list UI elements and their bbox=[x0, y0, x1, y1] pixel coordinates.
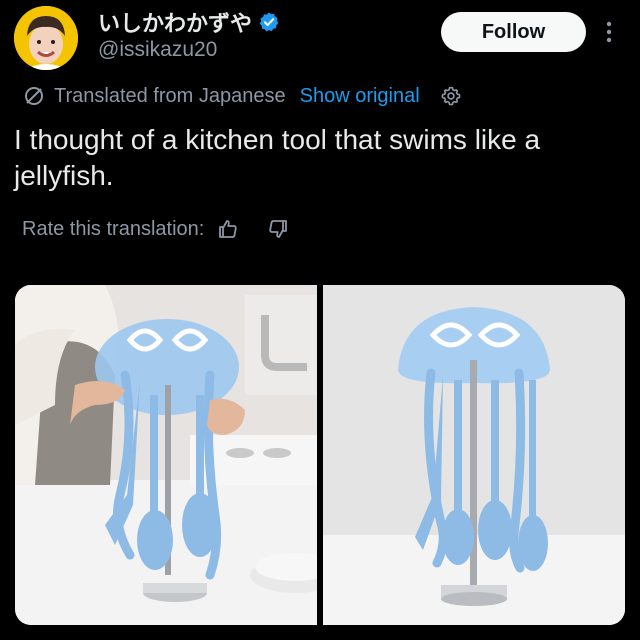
rate-translation-row: Rate this translation: bbox=[22, 214, 290, 244]
rate-translation-label: Rate this translation: bbox=[22, 217, 205, 240]
author-handle[interactable]: @issikazu20 bbox=[98, 38, 217, 62]
translated-from-label: Translated from Japanese bbox=[54, 84, 286, 107]
slash-circle-icon bbox=[25, 87, 43, 105]
follow-button[interactable]: Follow bbox=[441, 12, 586, 52]
author-name-row: いしかわかずや bbox=[98, 6, 280, 38]
avatar[interactable] bbox=[14, 6, 78, 70]
verified-badge-icon bbox=[259, 12, 279, 32]
tweet-media bbox=[15, 285, 625, 625]
tweet-text: I thought of a kitchen tool that swims l… bbox=[14, 124, 541, 191]
hand-holding-jellyfish-utensil-stand[interactable] bbox=[15, 285, 317, 625]
translation-bar: Translated from Japanese Show original bbox=[22, 82, 462, 110]
jellyfish-utensil-stand-product-shot[interactable] bbox=[323, 285, 625, 625]
tweet-header: いしかわかずや @issikazu20 Follow bbox=[0, 0, 640, 80]
thumbs-up-icon[interactable] bbox=[216, 217, 240, 241]
thumbs-down-icon[interactable] bbox=[266, 217, 290, 241]
more-vertical-icon[interactable] bbox=[604, 18, 614, 46]
gear-icon[interactable] bbox=[440, 85, 462, 107]
author-display-name[interactable]: いしかわかずや bbox=[98, 6, 252, 38]
show-original-link[interactable]: Show original bbox=[300, 85, 420, 108]
